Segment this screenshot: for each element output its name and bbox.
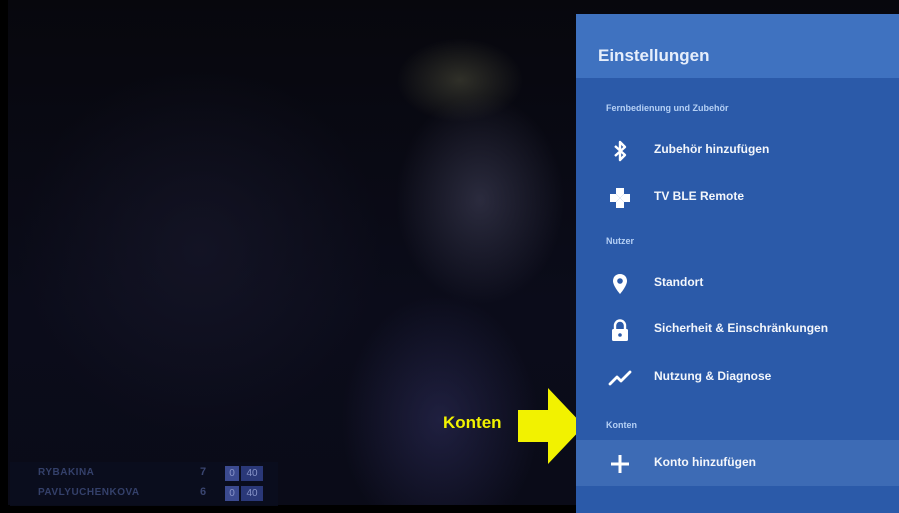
panel-header: Einstellungen <box>576 14 899 78</box>
bluetooth-icon <box>614 140 627 162</box>
arrow-right-icon <box>518 388 584 464</box>
location-pin-icon <box>613 274 627 294</box>
section-header-accounts: Konten <box>606 420 637 430</box>
panel-title: Einstellungen <box>598 46 710 65</box>
section-header-remote: Fernbedienung und Zubehör <box>606 103 729 113</box>
settings-panel: Einstellungen Fernbedienung und Zubehör … <box>576 14 899 513</box>
section-header-user: Nutzer <box>606 236 635 246</box>
lock-icon <box>612 319 628 341</box>
gamepad-icon <box>610 188 630 208</box>
score-row: PAVLYUCHENKOVA 6 0 40 <box>10 484 278 504</box>
trend-line-icon <box>608 370 632 386</box>
plus-icon <box>611 455 629 473</box>
menu-item-label: Sicherheit & Einschränkungen <box>654 321 829 335</box>
set-score: 7 <box>200 466 207 478</box>
menu-item-add-account[interactable]: Konto hinzufügen <box>576 440 899 486</box>
annotation-label: Konten <box>443 413 502 432</box>
menu-item-usage-diagnostics[interactable]: Nutzung & Diagnose <box>576 354 899 400</box>
score-row: RYBAKINA 7 0 40 <box>10 464 278 484</box>
menu-item-add-accessory[interactable]: Zubehör hinzufügen <box>576 127 899 173</box>
game-score: 0 <box>225 466 239 481</box>
set-score: 6 <box>200 486 207 498</box>
tv-bezel <box>0 0 8 513</box>
tennis-scoreboard: RYBAKINA 7 0 40 PAVLYUCHENKOVA 6 0 40 <box>10 462 278 506</box>
player-name: PAVLYUCHENKOVA <box>38 487 140 498</box>
point-score: 40 <box>241 466 263 481</box>
menu-item-label: Konto hinzufügen <box>654 455 756 469</box>
player-name: RYBAKINA <box>38 467 95 478</box>
menu-item-label: TV BLE Remote <box>654 189 745 203</box>
menu-item-label: Standort <box>654 275 704 289</box>
game-score: 0 <box>225 486 239 501</box>
menu-item-label: Nutzung & Diagnose <box>654 369 772 383</box>
menu-item-label: Zubehör hinzufügen <box>654 142 770 156</box>
menu-item-location[interactable]: Standort <box>576 260 899 306</box>
point-score: 40 <box>241 486 263 501</box>
menu-item-tv-ble-remote[interactable]: TV BLE Remote <box>576 174 899 220</box>
menu-item-security[interactable]: Sicherheit & Einschränkungen <box>576 306 899 352</box>
